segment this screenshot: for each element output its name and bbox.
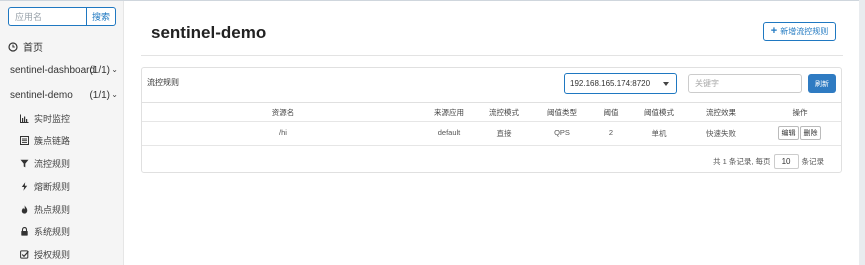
divider: [142, 102, 841, 103]
sidebar-item-label: 熔断规则: [34, 181, 71, 192]
column-header-flow-mode: 流控模式: [489, 108, 519, 117]
sidebar-app-sentinel-dashboard[interactable]: sentinel-dashboard (1/1) ⌄: [10, 65, 118, 76]
add-flow-rule-button[interactable]: + 新增流控规则: [763, 22, 836, 41]
cell-threshold-mode: 单机: [651, 129, 667, 138]
cell-flow-mode: 直接: [496, 129, 512, 138]
machine-select-value: 192.168.165.174:8720: [570, 79, 651, 88]
sidebar-item-label: 首页: [23, 43, 43, 54]
cell-threshold: 2: [608, 128, 614, 137]
sidebar-item-realtime-monitor[interactable]: 实时监控: [20, 112, 70, 124]
divider: [142, 121, 841, 122]
column-header-effect: 流控效果: [706, 108, 736, 117]
caret-down-icon: [663, 82, 669, 86]
sidebar-item-label: 热点规则: [34, 204, 71, 215]
app-search-input[interactable]: [8, 7, 86, 26]
refresh-button[interactable]: 刷新: [808, 74, 836, 93]
sidebar-item-label: 流控规则: [34, 158, 71, 169]
column-header-resource: 资源名: [271, 108, 295, 117]
keyword-input[interactable]: [688, 74, 802, 93]
pagination: 共 1 条记录, 每页 条记录: [713, 154, 824, 169]
column-header-actions: 操作: [792, 108, 808, 117]
sidebar-item-authority-rules[interactable]: 授权规则: [20, 248, 70, 260]
bar-chart-icon: [20, 114, 29, 123]
divider: [142, 145, 841, 146]
sidebar: 搜索 首页 sentinel-dashboard (1/1) ⌄ sentine…: [0, 1, 124, 265]
sidebar-item-label: 系统规则: [34, 226, 71, 237]
top-border: [0, 0, 865, 1]
lock-icon: [21, 226, 28, 236]
app-search-button[interactable]: 搜索: [86, 7, 116, 26]
sidebar-app-sentinel-demo[interactable]: sentinel-demo (1/1) ⌄: [10, 90, 118, 101]
scrollbar[interactable]: [859, 0, 865, 265]
cell-resource: /hi: [279, 128, 287, 137]
fire-icon: [21, 204, 28, 214]
page-size-input[interactable]: [773, 154, 799, 169]
column-header-threshold-type: 阈值类型: [547, 108, 577, 117]
sidebar-item-system-rules[interactable]: 系统规则: [20, 225, 70, 237]
chevron-down-icon: ⌄: [111, 65, 118, 74]
cell-origin: default: [437, 128, 461, 137]
sidebar-item-degrade-rules[interactable]: 熔断规则: [20, 180, 70, 192]
list-icon: [20, 135, 29, 145]
cell-threshold-type: QPS: [554, 128, 570, 137]
delete-button[interactable]: 删除: [800, 126, 821, 140]
panel-title: 流控规则: [147, 78, 179, 87]
sidebar-item-hotspot-rules[interactable]: 热点规则: [20, 203, 70, 215]
machine-select[interactable]: 192.168.165.174:8720: [564, 73, 677, 94]
flash-icon: [21, 181, 28, 191]
divider: [141, 55, 843, 56]
sidebar-item-home[interactable]: 首页: [8, 39, 43, 54]
plus-icon: +: [770, 25, 778, 37]
check-icon: [20, 249, 29, 259]
pagination-summary: 共 1 条记录, 每页: [713, 157, 771, 166]
filter-icon: [20, 159, 29, 167]
flow-rules-panel: 流控规则 192.168.165.174:8720 刷新 资源名 来源应用 流控…: [141, 67, 842, 173]
sidebar-item-label: 授权规则: [34, 249, 71, 260]
column-header-threshold: 阈值: [603, 108, 619, 117]
chevron-down-icon: ⌄: [111, 90, 118, 99]
column-header-threshold-mode: 阈值模式: [644, 108, 674, 117]
column-header-origin: 来源应用: [434, 108, 464, 117]
app-machine-count: (1/1): [89, 65, 110, 76]
sidebar-item-resource-chain[interactable]: 簇点链路: [20, 134, 70, 146]
add-flow-rule-label: 新增流控规则: [780, 27, 829, 36]
cell-effect: 快速失败: [706, 129, 736, 138]
sidebar-item-label: 簇点链路: [34, 135, 71, 146]
clock-icon: [8, 41, 18, 52]
app-machine-count: (1/1): [89, 90, 110, 101]
page-title: sentinel-demo: [151, 23, 267, 42]
app-name: sentinel-dashboard: [10, 65, 96, 76]
sidebar-item-flow-rules[interactable]: 流控规则: [20, 157, 70, 169]
edit-button[interactable]: 编辑: [778, 126, 799, 140]
app-name: sentinel-demo: [10, 90, 73, 101]
pagination-suffix: 条记录: [801, 157, 825, 166]
sidebar-item-label: 实时监控: [34, 113, 71, 124]
